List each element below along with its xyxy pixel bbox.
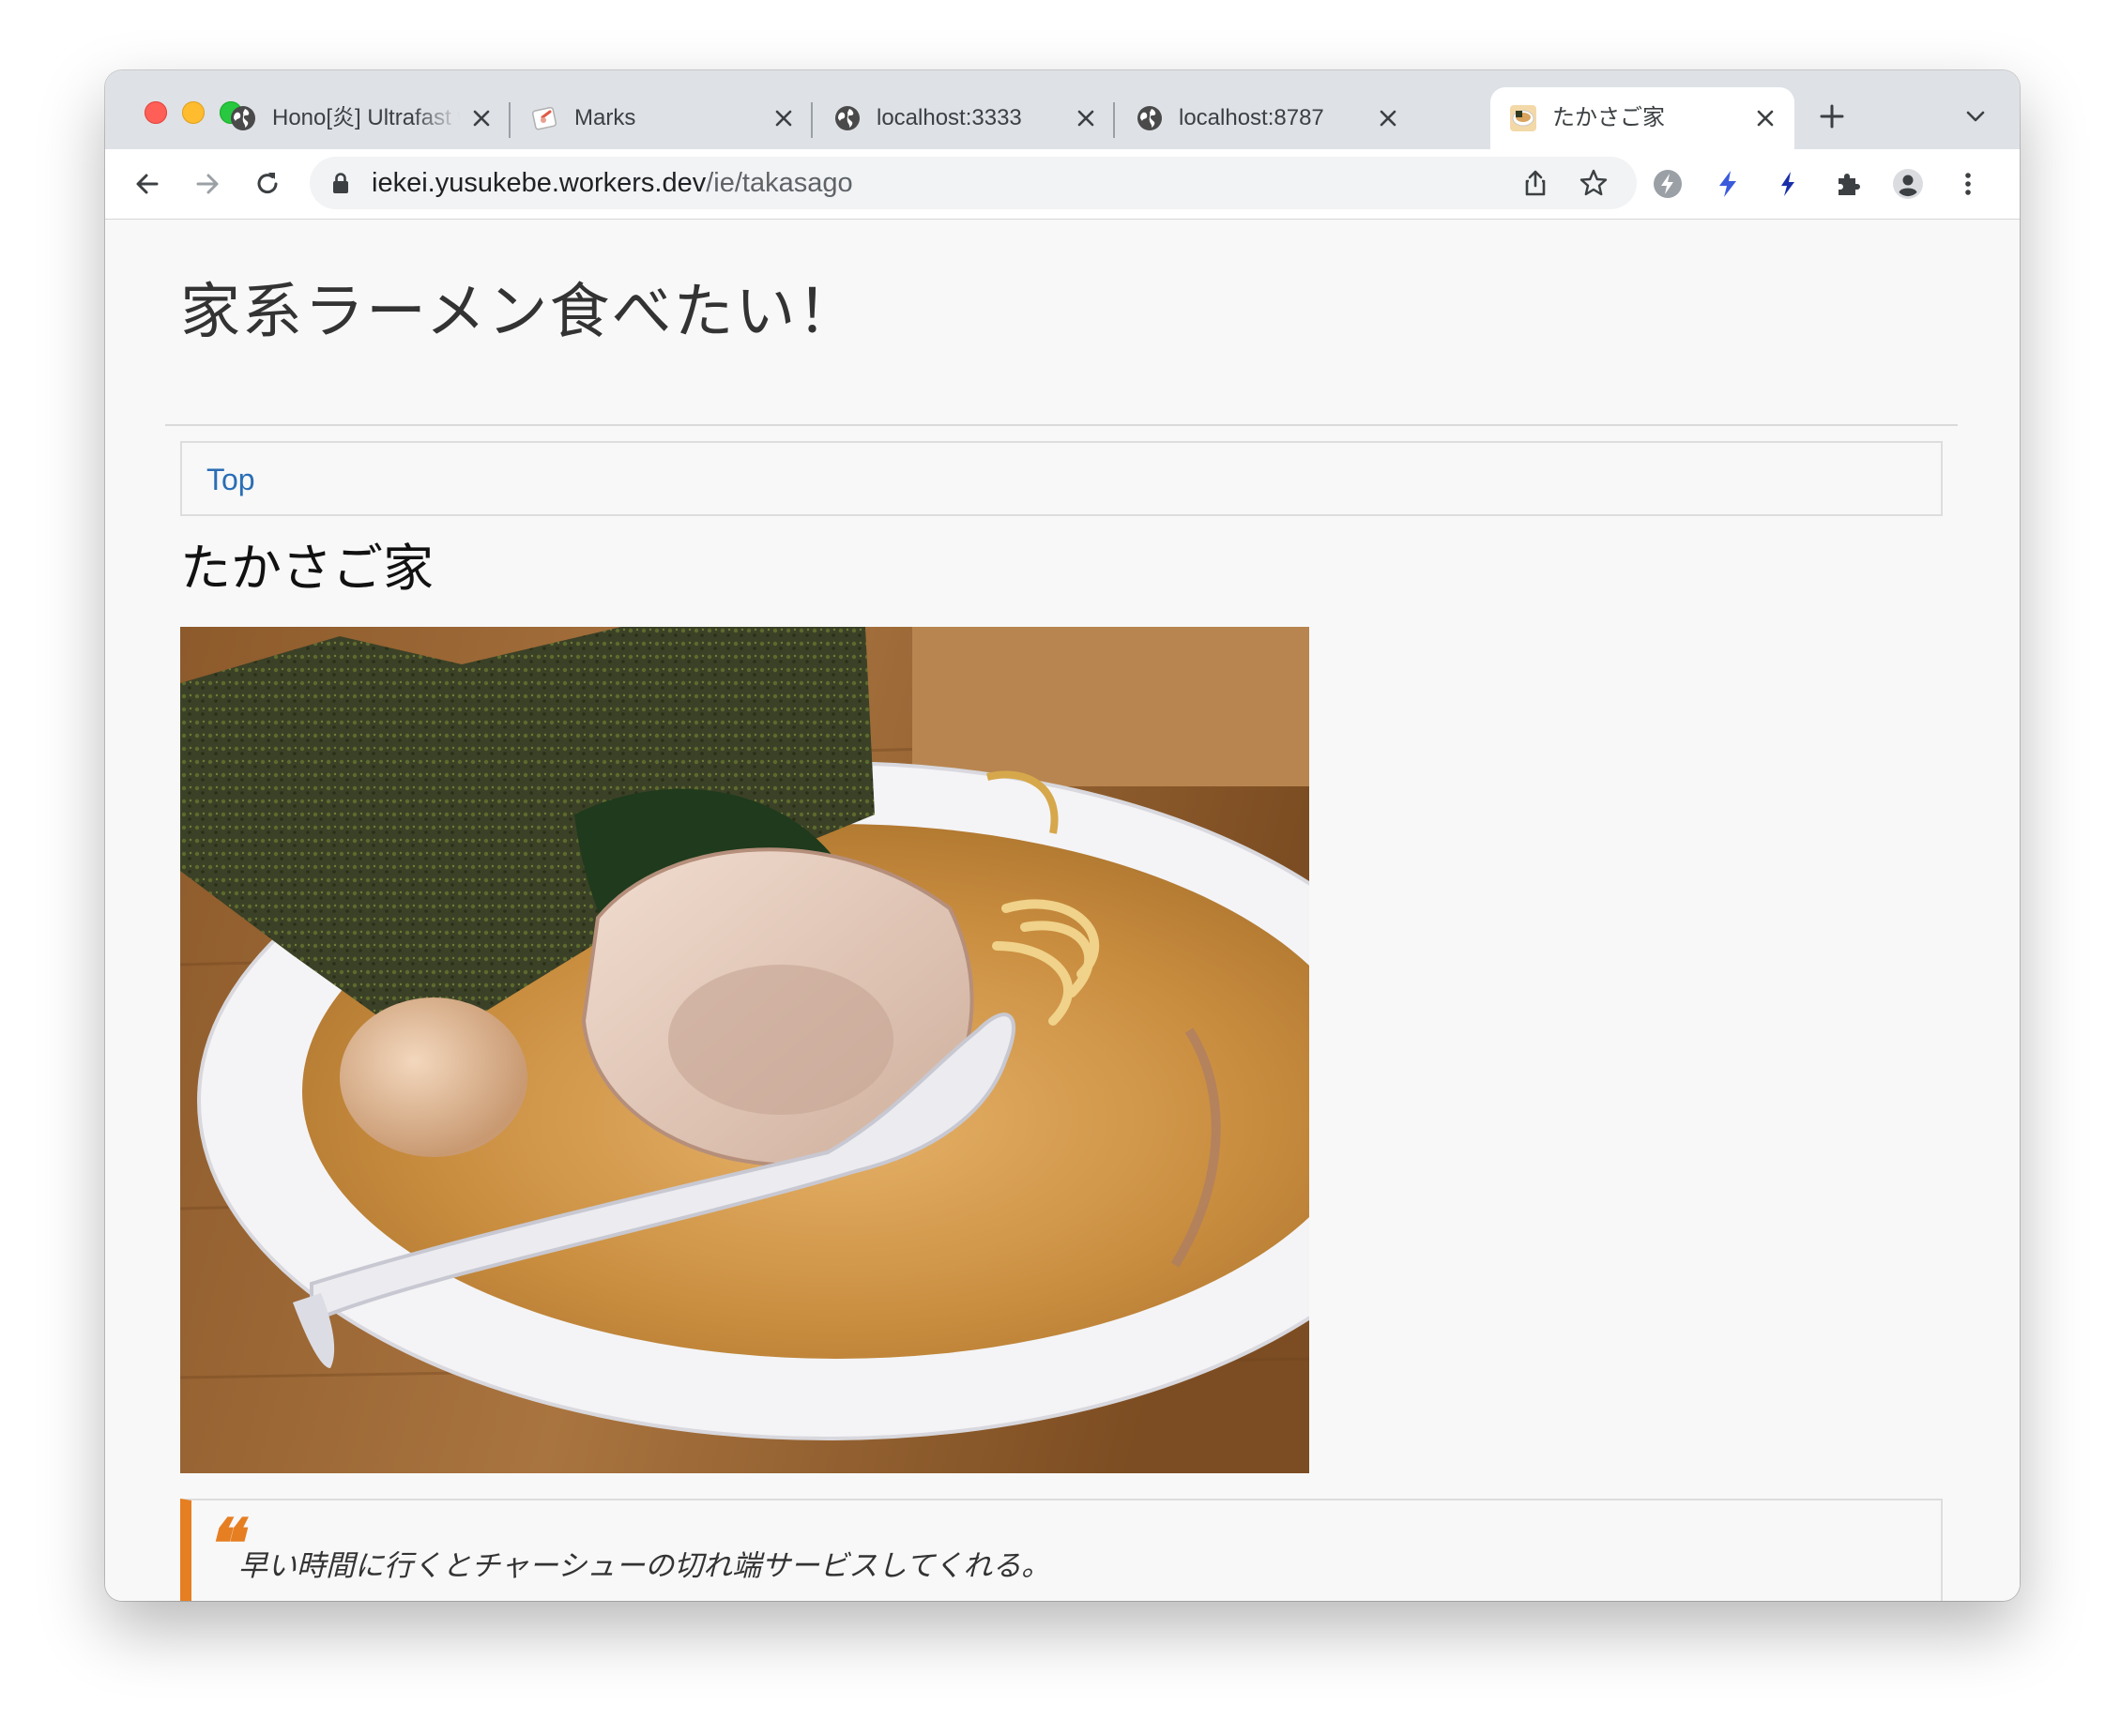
forward-arrow-icon[interactable] <box>191 168 223 200</box>
tab-separator <box>811 102 813 138</box>
tab-title: たかさご家 <box>1552 105 1665 130</box>
tab-title: localhost:8787 <box>1179 105 1324 130</box>
url-path: /ie/takasago <box>706 168 853 198</box>
comment-text: 早い時間に行くとチャーシューの切れ端サービスしてくれる。 <box>238 1549 1051 1582</box>
divider <box>165 424 1958 426</box>
extension-bolt-circle-icon[interactable] <box>1652 168 1684 200</box>
reload-icon[interactable] <box>252 168 283 200</box>
close-tab-icon[interactable] <box>771 106 796 130</box>
tab-strip: Hono[炎] Ultrafast web framework for Clou… <box>105 70 2020 149</box>
lock-icon[interactable] <box>330 172 351 194</box>
quote-mark-icon: ❝ <box>205 1503 241 1583</box>
kebab-menu-icon[interactable] <box>1952 168 1984 200</box>
profile-avatar-icon[interactable] <box>1892 168 1924 200</box>
address-bar[interactable]: iekei.yusukebe.workers.dev/ie/takasago <box>310 157 1637 209</box>
minimize-window-button[interactable] <box>182 101 205 124</box>
tab-hono[interactable]: Hono[炎] Ultrafast web framework for Clou… <box>210 87 511 149</box>
globe-icon <box>835 106 860 130</box>
top-link[interactable]: Top <box>206 463 255 496</box>
tab-title: Hono[炎] Ultrafast web framework for Clou… <box>272 105 460 130</box>
tab-takasago[interactable]: たかさご家 <box>1490 87 1794 149</box>
close-tab-icon[interactable] <box>1753 106 1778 130</box>
tab-title: Marks <box>574 105 636 130</box>
tab-title: localhost:3333 <box>877 105 1022 130</box>
bookmark-star-icon[interactable] <box>1579 168 1609 198</box>
ramen-photo <box>180 627 1309 1473</box>
globe-icon <box>1137 106 1162 130</box>
comment-blockquote: ❝ 早い時間に行くとチャーシューの切れ端サービスしてくれる。 <box>180 1499 1943 1601</box>
marks-favicon <box>531 106 557 130</box>
site-title: 家系ラーメン食べたい！ <box>180 278 860 345</box>
puzzle-icon[interactable] <box>1832 168 1864 200</box>
url-text[interactable]: iekei.yusukebe.workers.dev/ie/takasago <box>372 169 853 197</box>
url-host: iekei.yusukebe.workers.dev <box>372 168 707 198</box>
globe-icon <box>231 106 255 130</box>
close-tab-icon[interactable] <box>1376 106 1400 130</box>
ramen-photo-illustration <box>180 627 1309 1473</box>
browser-window: Hono[炎] Ultrafast web framework for Clou… <box>105 70 2020 1601</box>
close-tab-icon[interactable] <box>469 106 494 130</box>
share-icon[interactable] <box>1520 168 1550 198</box>
tab-marks[interactable]: Marks <box>512 87 813 149</box>
page-content: 家系ラーメン食べたい！ Top たかさご家 ❝ 早い時間に行くとチャーシューの切… <box>105 220 2020 1601</box>
extension-bolt-dark-icon[interactable] <box>1772 168 1804 200</box>
chevron-down-icon[interactable] <box>1963 104 1988 129</box>
shop-name: たかさご家 <box>180 541 434 597</box>
tab-localhost-3333[interactable]: localhost:3333 <box>815 87 1115 149</box>
browser-toolbar: iekei.yusukebe.workers.dev/ie/takasago <box>105 149 2020 220</box>
extension-bolt-icon[interactable] <box>1712 168 1744 200</box>
tab-separator <box>509 102 511 138</box>
back-arrow-icon[interactable] <box>131 168 163 200</box>
tab-separator <box>1113 102 1115 138</box>
tab-localhost-8787[interactable]: localhost:8787 <box>1117 87 1417 149</box>
new-tab-plus-icon[interactable] <box>1818 102 1846 130</box>
ramen-favicon <box>1510 105 1536 131</box>
close-window-button[interactable] <box>145 101 167 124</box>
nav-box: Top <box>180 441 1943 516</box>
close-tab-icon[interactable] <box>1074 106 1098 130</box>
